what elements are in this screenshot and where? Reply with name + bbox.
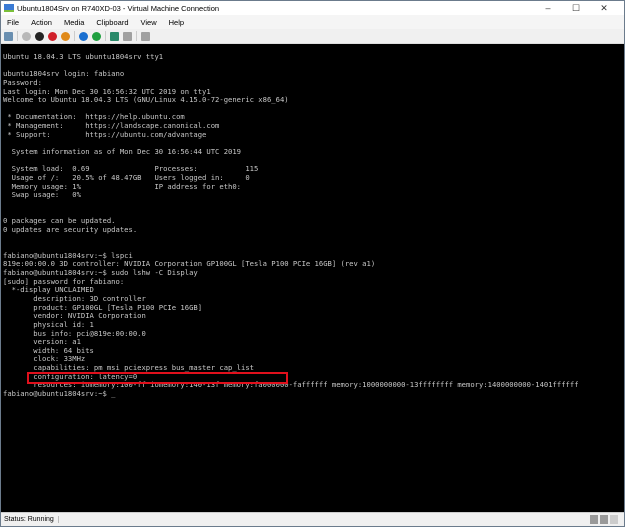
vm-connection-icon: [4, 4, 14, 12]
menu-file[interactable]: File: [7, 18, 19, 27]
close-button[interactable]: ✕: [590, 3, 618, 14]
turn-off-icon[interactable]: [35, 31, 44, 41]
toolbar-separator: [17, 31, 18, 41]
menu-help[interactable]: Help: [169, 18, 184, 27]
highlight-box: [27, 372, 288, 384]
window-title: Ubuntu1804Srv on R740XD-03 - Virtual Mac…: [17, 3, 220, 13]
resume-icon[interactable]: [92, 31, 101, 41]
minimize-button[interactable]: –: [534, 3, 562, 13]
ctrl-alt-del-icon[interactable]: [4, 31, 13, 41]
mouse-icon: [600, 515, 608, 524]
console-line: Memory usage: 1% IP address for eth0:: [3, 181, 241, 191]
console-line: System information as of Mon Dec 30 16:5…: [3, 147, 241, 157]
status-text: Status: Running: [4, 516, 59, 523]
console-line: bus info: pci@819e:00:00.0: [3, 328, 146, 338]
checkpoint-icon[interactable]: [110, 31, 119, 41]
pause-icon[interactable]: [79, 31, 88, 41]
menu-action[interactable]: Action: [31, 18, 52, 27]
console-line: Swap usage: 0%: [3, 190, 81, 200]
vm-console[interactable]: Ubuntu 18.04.3 LTS ubuntu1804srv tty1 ubu…: [1, 44, 624, 512]
title-bar: Ubuntu1804Srv on R740XD-03 - Virtual Mac…: [1, 1, 624, 15]
toolbar-separator: [105, 31, 106, 41]
keyboard-icon: [590, 515, 598, 524]
maximize-button[interactable]: ☐: [562, 3, 590, 14]
console-line: fabiano@ubuntu1804srv:~$ _: [3, 388, 116, 398]
console-line: * Support: https://ubuntu.com/advantage: [3, 129, 207, 139]
toolbar: [1, 29, 624, 44]
console-line: width: 64 bits: [3, 345, 94, 355]
console-line: 0 updates are security updates.: [3, 224, 138, 234]
console-output: Ubuntu 18.04.3 LTS ubuntu1804srv tty1 ubu…: [3, 52, 579, 399]
toolbar-separator: [136, 31, 137, 41]
enhanced-session-icon[interactable]: [141, 31, 150, 41]
console-line: Welcome to Ubuntu 18.04.3 LTS (GNU/Linux…: [3, 95, 289, 105]
menu-clipboard[interactable]: Clipboard: [96, 18, 128, 27]
console-line: ubuntu1804srv login: fabiano: [3, 69, 125, 79]
status-bar: Status: Running: [1, 512, 624, 526]
menu-bar: File Action Media Clipboard View Help: [1, 15, 624, 29]
console-line: Ubuntu 18.04.3 LTS ubuntu1804srv tty1: [3, 52, 164, 61]
shut-down-icon[interactable]: [48, 31, 57, 41]
menu-media[interactable]: Media: [64, 18, 84, 27]
start-icon[interactable]: [22, 31, 31, 41]
save-icon[interactable]: [61, 31, 70, 41]
revert-icon[interactable]: [123, 31, 132, 41]
toolbar-separator: [74, 31, 75, 41]
lock-icon: [610, 515, 618, 524]
menu-view[interactable]: View: [141, 18, 157, 27]
